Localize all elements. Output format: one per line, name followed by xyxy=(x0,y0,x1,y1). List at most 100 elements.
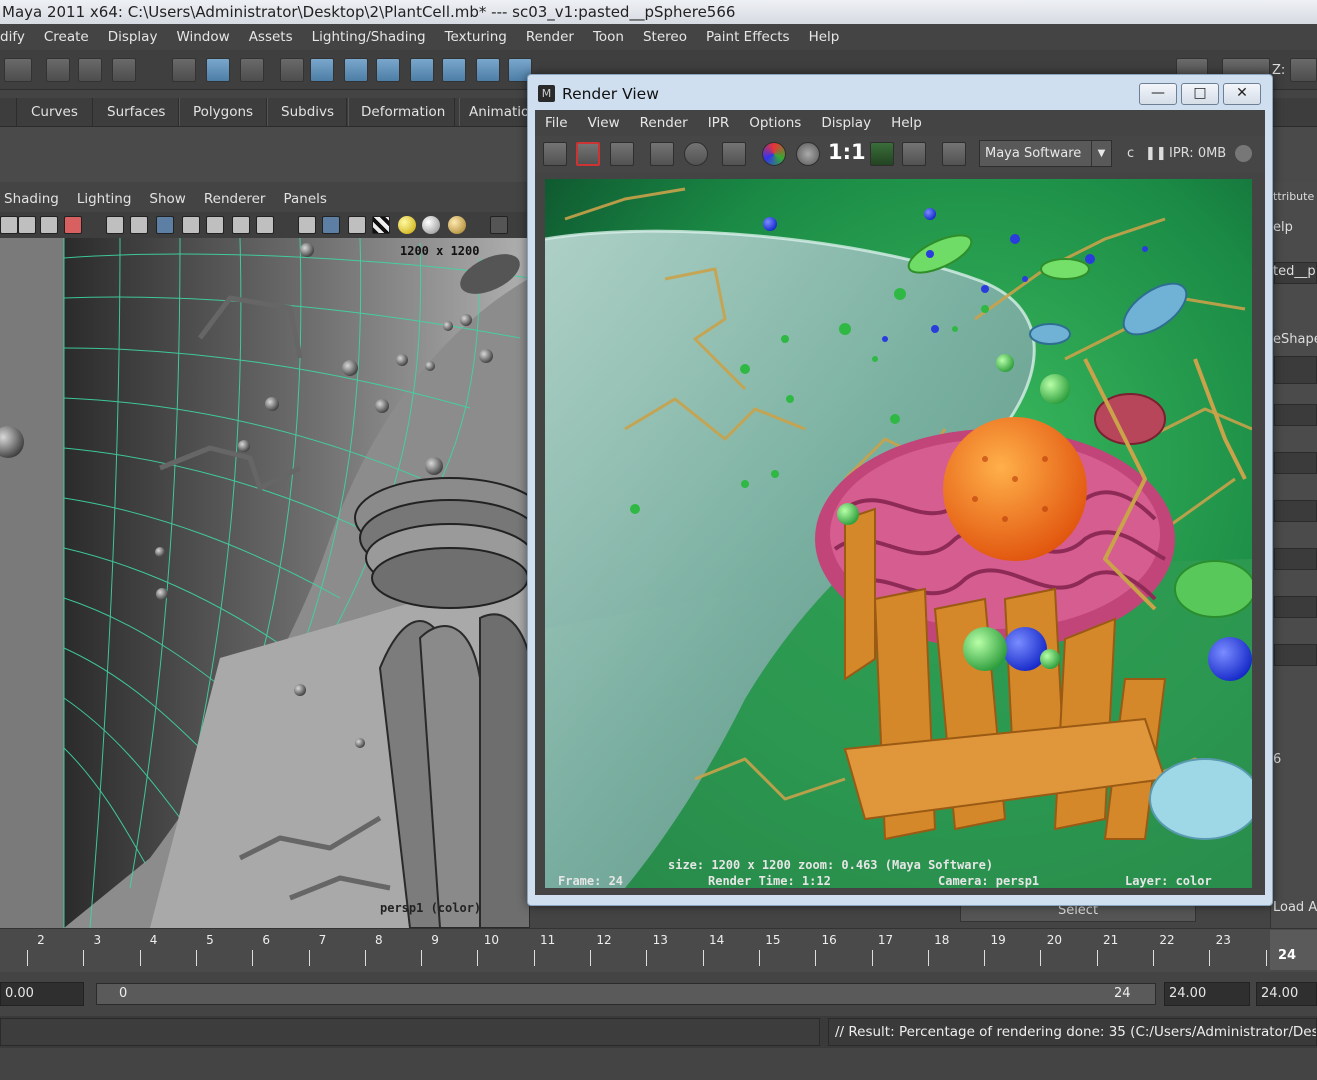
redo-render-icon[interactable] xyxy=(543,142,567,166)
renderer-label: Maya Software xyxy=(985,146,1082,161)
refresh-ipr-icon[interactable] xyxy=(684,142,708,166)
camera-attributes-icon[interactable] xyxy=(0,216,18,234)
shelf-tab-surfaces[interactable]: Surfaces xyxy=(92,98,181,126)
ipr-render-icon[interactable] xyxy=(650,142,674,166)
rv-menu-render[interactable]: Render xyxy=(640,115,688,131)
panel-menu-show[interactable]: Show xyxy=(149,191,185,207)
snap-curve-icon[interactable] xyxy=(344,58,368,82)
playback-range-slider[interactable] xyxy=(96,983,1156,1005)
playback-end-field[interactable]: 24.00 xyxy=(1164,982,1250,1006)
open-scene-icon[interactable] xyxy=(78,58,102,82)
rv-menu-ipr[interactable]: IPR xyxy=(708,115,730,131)
shadows-icon[interactable] xyxy=(422,216,440,234)
shape-tab[interactable]: eShape xyxy=(1273,332,1317,347)
resolution-gate-icon[interactable] xyxy=(156,216,174,234)
safe-title-icon[interactable] xyxy=(256,216,274,234)
snap-grid-icon[interactable] xyxy=(310,58,334,82)
film-gate-icon[interactable] xyxy=(130,216,148,234)
remove-image-icon[interactable] xyxy=(902,142,926,166)
shelf-tab-subdivs[interactable]: Subdivs xyxy=(266,98,350,126)
menu-render[interactable]: Render xyxy=(526,29,574,45)
menu-paint-effects[interactable]: Paint Effects xyxy=(706,29,790,45)
menu-display[interactable]: Display xyxy=(108,29,158,45)
select-hierarchy-icon[interactable] xyxy=(172,58,196,82)
real-size-button[interactable]: 1:1 xyxy=(828,140,866,164)
mode-dropdown[interactable] xyxy=(4,58,32,82)
rv-menu-help[interactable]: Help xyxy=(891,115,922,131)
shelf-tab-deformation[interactable]: Deformation xyxy=(346,98,461,126)
maximize-button[interactable]: □ xyxy=(1181,83,1219,105)
attribute-editor-tab[interactable]: ttribute E xyxy=(1273,190,1317,203)
close-button[interactable]: ✕ xyxy=(1223,83,1261,105)
rv-menu-view[interactable]: View xyxy=(588,115,620,131)
use-all-lights-icon[interactable] xyxy=(398,216,416,234)
minimize-button[interactable]: — xyxy=(1139,83,1177,105)
high-quality-icon[interactable] xyxy=(448,216,466,234)
load-attributes-button[interactable]: Load A xyxy=(1273,900,1317,915)
attr-field-7[interactable] xyxy=(1274,644,1317,666)
gate-mask-icon[interactable] xyxy=(182,216,200,234)
menu-toon[interactable]: Toon xyxy=(593,29,624,45)
wireframe-on-shaded-icon[interactable] xyxy=(348,216,366,234)
help-menu-stub[interactable]: elp xyxy=(1273,220,1317,235)
render-settings-icon[interactable] xyxy=(722,142,746,166)
start-time-field[interactable]: 0.00 xyxy=(0,982,84,1006)
menu-window[interactable]: Window xyxy=(176,29,229,45)
panel-menu-lighting[interactable]: Lighting xyxy=(77,191,132,207)
panel-menu-shading[interactable]: Shading xyxy=(4,191,59,207)
make-live-icon[interactable] xyxy=(442,58,466,82)
end-time-field[interactable]: 24.00 xyxy=(1256,982,1317,1006)
attr-field-2[interactable] xyxy=(1274,404,1317,426)
attr-field-3[interactable] xyxy=(1274,452,1317,474)
textured-icon[interactable] xyxy=(372,216,390,234)
rgb-channels-icon[interactable] xyxy=(762,142,786,166)
menu-edit-modify[interactable]: dify xyxy=(0,29,25,45)
snap-plane-icon[interactable] xyxy=(410,58,434,82)
new-scene-icon[interactable] xyxy=(46,58,70,82)
attr-field-6[interactable] xyxy=(1274,596,1317,618)
image-plane-icon[interactable] xyxy=(64,216,82,234)
menu-stereo[interactable]: Stereo xyxy=(643,29,687,45)
menu-assets[interactable]: Assets xyxy=(249,29,293,45)
history-icon[interactable] xyxy=(476,58,500,82)
menu-texturing[interactable]: Texturing xyxy=(445,29,507,45)
shelf-tab-polygons[interactable]: Polygons xyxy=(178,98,269,126)
timeline-tick-label: 16 xyxy=(821,933,837,947)
pause-icon[interactable]: ❚❚ xyxy=(1145,146,1167,161)
rv-menu-file[interactable]: File xyxy=(545,115,568,131)
isolate-select-icon[interactable] xyxy=(490,216,508,234)
render-region-icon[interactable] xyxy=(576,142,600,166)
shelf-tab-curves[interactable]: Curves xyxy=(16,98,93,126)
rendered-image[interactable] xyxy=(545,179,1252,888)
display-render-icon[interactable] xyxy=(942,142,966,166)
safe-action-icon[interactable] xyxy=(232,216,250,234)
renderer-dropdown[interactable]: Maya Software ▼ xyxy=(979,140,1112,167)
bookmark-icon[interactable] xyxy=(40,216,58,234)
filter-icon[interactable] xyxy=(280,58,304,82)
attr-field-1[interactable] xyxy=(1274,356,1317,384)
snapshot-icon[interactable] xyxy=(610,142,634,166)
menu-create[interactable]: Create xyxy=(44,29,89,45)
grid-icon[interactable] xyxy=(106,216,124,234)
attr-field-4[interactable] xyxy=(1274,500,1317,522)
save-scene-icon[interactable] xyxy=(112,58,136,82)
panel-menu-panels[interactable]: Panels xyxy=(283,191,326,207)
attr-field-5[interactable] xyxy=(1274,548,1317,570)
keep-image-icon[interactable] xyxy=(870,142,894,166)
smooth-shade-icon[interactable] xyxy=(322,216,340,234)
alpha-channel-icon[interactable] xyxy=(796,142,820,166)
select-component-icon[interactable] xyxy=(240,58,264,82)
wireframe-icon[interactable] xyxy=(298,216,316,234)
z-field[interactable] xyxy=(1290,58,1317,82)
select-object-icon[interactable] xyxy=(206,58,230,82)
panel-menu-renderer[interactable]: Renderer xyxy=(204,191,266,207)
menu-help[interactable]: Help xyxy=(809,29,840,45)
snap-point-icon[interactable] xyxy=(376,58,400,82)
field-chart-icon[interactable] xyxy=(206,216,224,234)
menu-lighting-shading[interactable]: Lighting/Shading xyxy=(312,29,426,45)
camera-tools-icon[interactable] xyxy=(18,216,36,234)
command-input[interactable] xyxy=(0,1018,820,1046)
perspective-viewport[interactable] xyxy=(0,238,530,928)
rv-menu-display[interactable]: Display xyxy=(821,115,871,131)
rv-menu-options[interactable]: Options xyxy=(749,115,801,131)
